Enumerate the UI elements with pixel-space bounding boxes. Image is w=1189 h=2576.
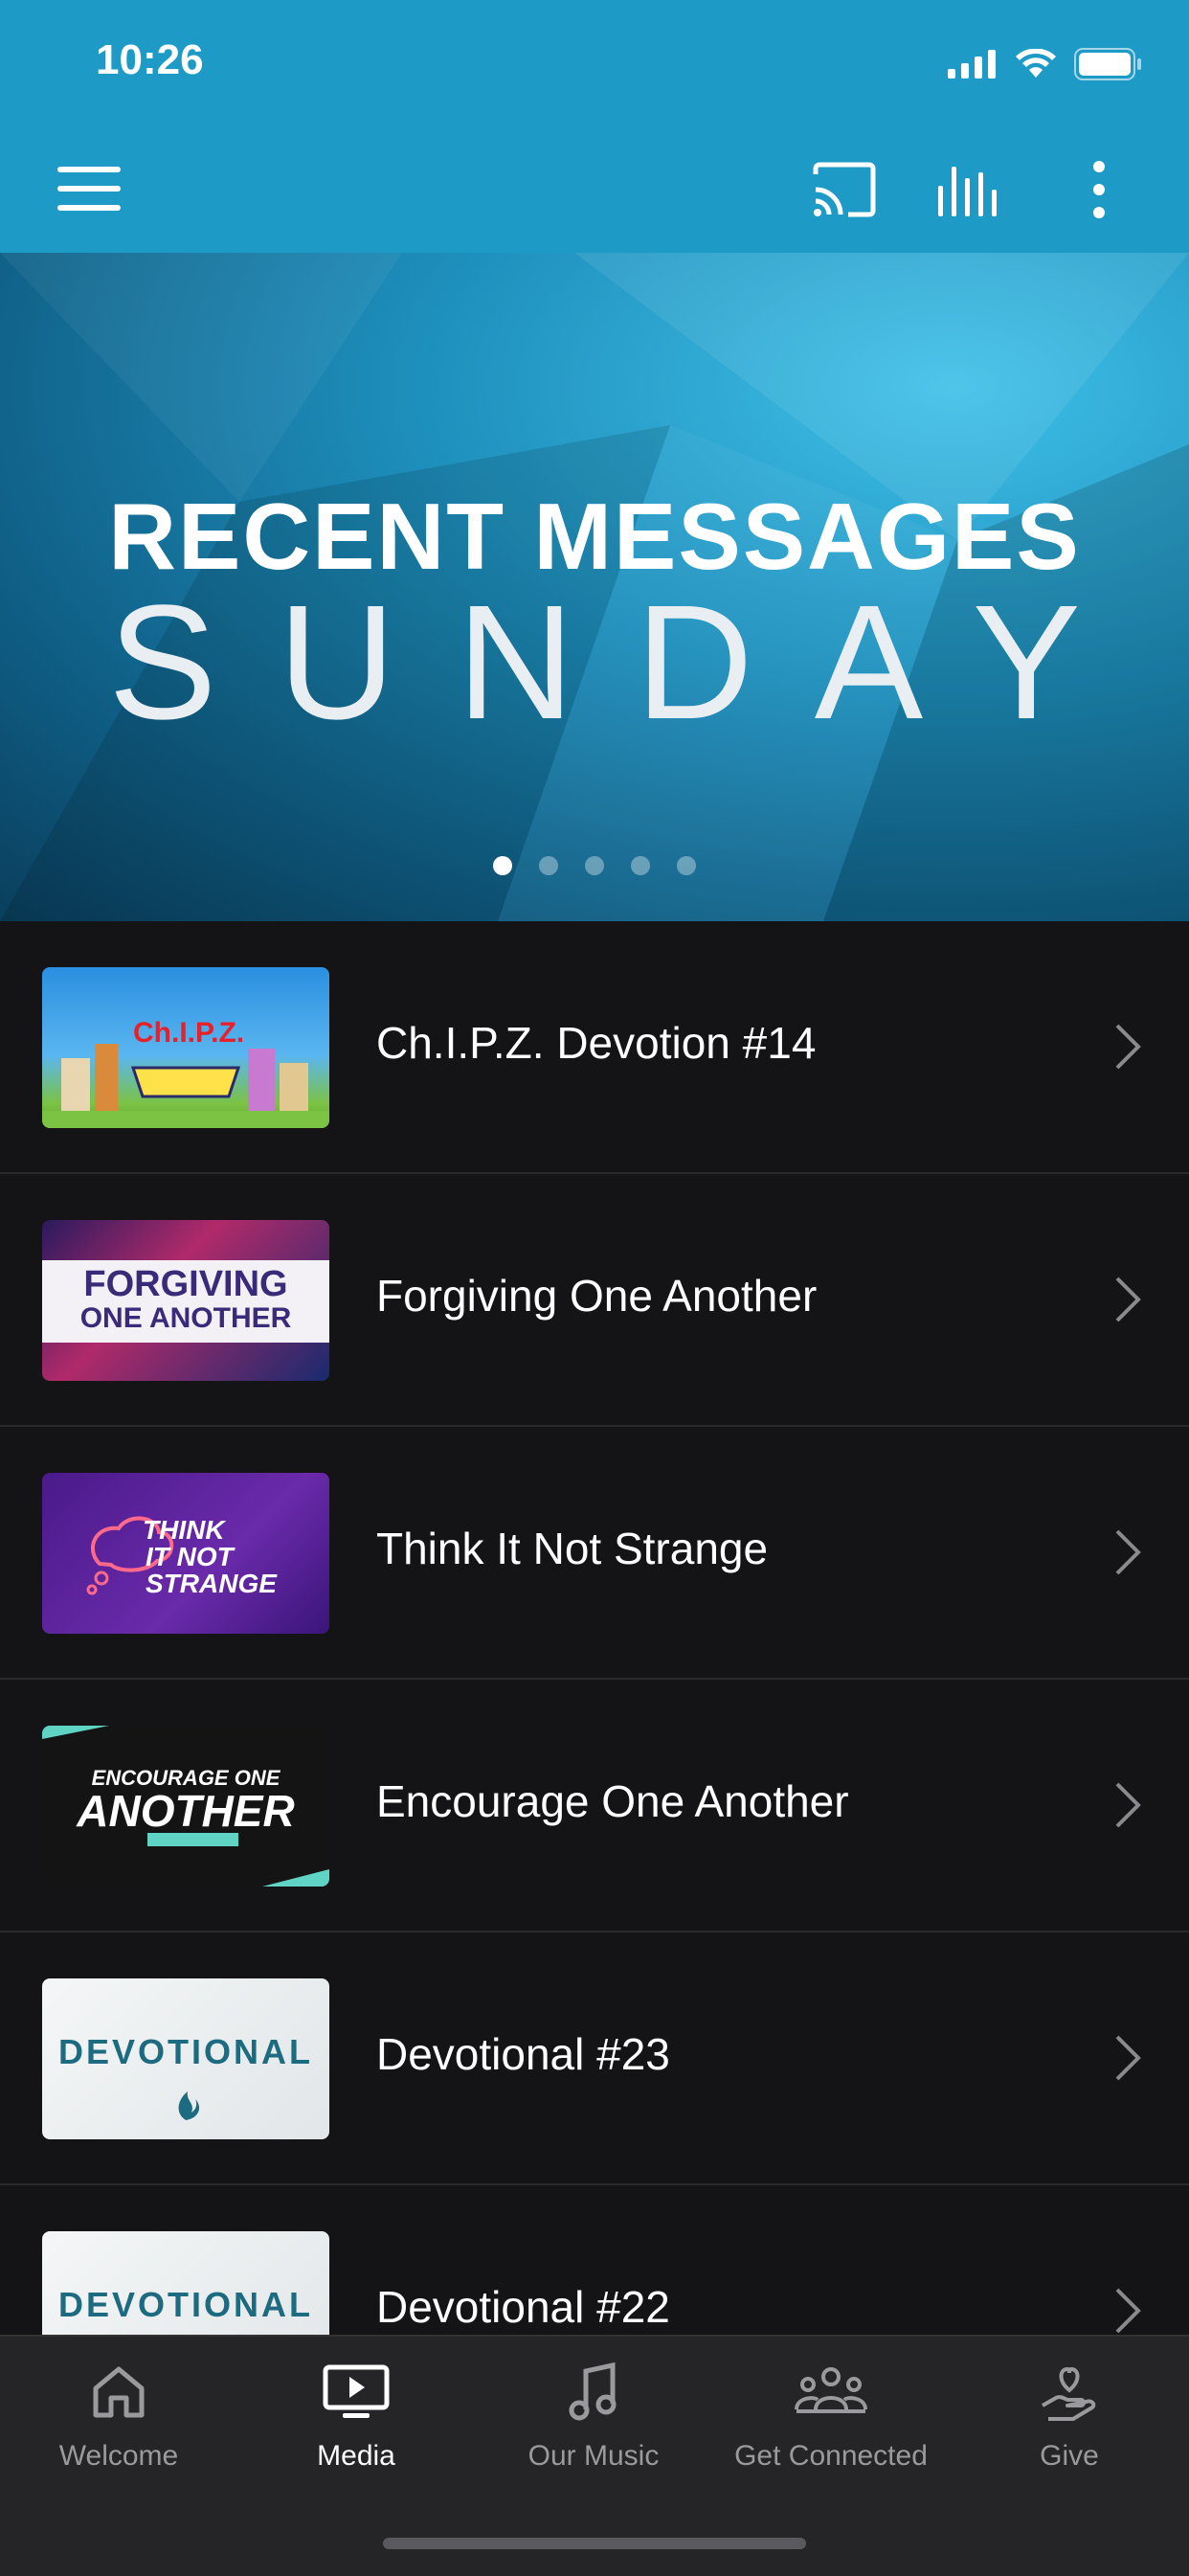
signal-icon [948,50,996,79]
more-options-icon[interactable] [1065,161,1133,218]
battery-icon [1074,48,1141,80]
thumbnail-devotional-text: DEVOTIONAL [57,2285,313,2324]
music-note-icon [569,2361,617,2421]
thumbnail-forgiving-line1: FORGIVING [83,1264,288,1304]
tab-our-music[interactable]: Our Music [475,2361,712,2473]
message-thumbnail: FORGIVING ONE ANOTHER [42,1220,329,1381]
list-item[interactable]: ENCOURAGE ONE ANOTHER Encourage One Anot… [0,1680,1189,1932]
thumbnail-encourage-line2: ANOTHER [77,1786,295,1836]
carousel-dot[interactable] [493,856,512,875]
message-thumbnail: ENCOURAGE ONE ANOTHER [42,1726,329,1887]
hero-subtitle: SUNDAY [108,572,1142,754]
home-indicator[interactable] [383,2538,806,2549]
thumbnail-chipz-text: Ch.I.P.Z. [133,1017,245,1049]
chevron-right-icon [1115,1277,1141,1322]
status-time: 10:26 [96,36,204,83]
carousel-dot[interactable] [585,856,604,875]
group-icon [795,2367,867,2413]
message-list: Ch.I.P.Z. Ch.I.P.Z. Devotion #14 FORGIVI… [0,921,1189,2438]
tab-label: Welcome [58,2440,179,2472]
message-title: Think It Not Strange [376,1524,769,1573]
list-item[interactable]: THINK IT NOT STRANGE Think It Not Strang… [0,1427,1189,1680]
list-item[interactable]: FORGIVING ONE ANOTHER Forgiving One Anot… [0,1174,1189,1427]
chevron-right-icon [1115,1529,1141,1575]
tab-give[interactable]: Give [950,2361,1189,2473]
list-item[interactable]: Ch.I.P.Z. Ch.I.P.Z. Devotion #14 [0,921,1189,1174]
home-icon [93,2366,145,2418]
message-title: Forgiving One Another [376,1271,818,1321]
carousel-dot[interactable] [677,856,696,875]
tab-welcome[interactable]: Welcome [0,2361,237,2473]
chevron-right-icon [1115,2288,1141,2334]
thumbnail-forgiving-line2: ONE ANOTHER [79,1302,292,1334]
tab-get-connected[interactable]: Get Connected [712,2361,950,2473]
message-thumbnail: DEVOTIONAL [42,1978,329,2139]
cast-icon[interactable] [810,161,879,218]
list-item[interactable]: DEVOTIONAL Devotional #23 [0,1932,1189,2185]
play-screen-icon [323,2364,390,2418]
carousel-dot[interactable] [631,856,650,875]
app-bar [0,134,1189,253]
chevron-right-icon [1115,1024,1141,1070]
chevron-right-icon [1115,1782,1141,1828]
tab-media[interactable]: Media [237,2361,475,2473]
tab-label: Get Connected [734,2440,928,2472]
status-bar: 10:26 [0,0,1189,134]
tab-label: Media [317,2440,395,2472]
audio-levels-icon[interactable] [936,161,1005,218]
flame-logo-icon [178,2091,200,2120]
carousel-dot[interactable] [539,856,558,875]
hero-banner[interactable]: RECENT MESSAGES SUNDAY [0,253,1189,921]
message-title: Encourage One Another [376,1776,849,1826]
menu-icon[interactable] [57,167,121,213]
message-thumbnail: Ch.I.P.Z. [42,967,329,1128]
heart-hand-icon [1042,2366,1096,2421]
status-icons [948,48,1143,80]
carousel-dots[interactable] [0,856,1189,875]
message-title: Ch.I.P.Z. Devotion #14 [376,1018,817,1068]
message-thumbnail: THINK IT NOT STRANGE [42,1473,329,1634]
message-title: Devotional #23 [376,2029,670,2079]
thumbnail-think-line3: STRANGE [146,1569,277,1598]
tab-label: Give [1040,2440,1099,2472]
wifi-icon [1016,49,1056,78]
message-title: Devotional #22 [376,2282,670,2332]
chevron-right-icon [1115,2035,1141,2081]
tab-label: Our Music [527,2440,660,2472]
